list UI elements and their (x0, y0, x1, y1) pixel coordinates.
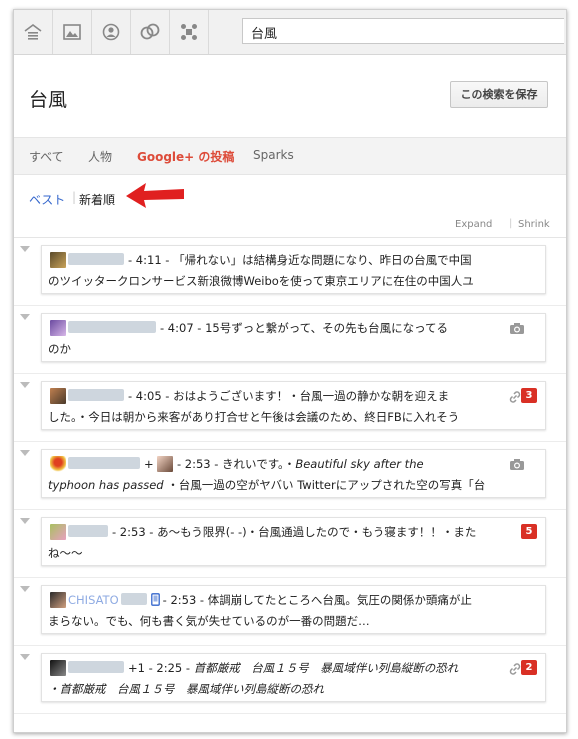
avatar[interactable] (50, 456, 66, 472)
annotation-arrow-icon (126, 183, 184, 208)
profile-icon[interactable] (92, 10, 131, 54)
avatar[interactable] (157, 456, 174, 472)
avatar[interactable] (50, 660, 66, 676)
post-line-2: のツイッタークロンサービス新浪微博Weiboを使って東京エリアに在住の中国人ユ (48, 274, 474, 288)
circles-icon[interactable] (131, 10, 170, 54)
post-card[interactable]: - 2:53 - あ〜もう限界(- -)・台風通過したので・もう寝ます！！・また… (41, 517, 546, 566)
link-icon (509, 391, 521, 403)
shared-text: Beautiful sky after the (295, 457, 424, 471)
author-name[interactable] (68, 389, 124, 401)
post-line-1: - 4:07 - 15号ずっと繋がって、その先も台風になってる (68, 320, 515, 338)
post-card[interactable]: - 4:05 - おはようございます！・台風一過の静かな朝を迎えま 3 した。・… (41, 381, 546, 430)
result-tabs: すべて 人物 Google+ の投稿 Sparks (14, 138, 566, 175)
post-feed: - 4:11 - 「帰れない」は結構身近な問題になり、昨日の台風で中国 のツイッ… (14, 237, 566, 714)
avatar[interactable] (50, 524, 66, 540)
post-line-2: まらない。でも、何も書く気が失せているのが一番の問題だ… (48, 614, 370, 628)
post-line-1: +1 - 2:25 - 首都厳戒 台風１５号 暴風域伴い列島縦断の恐れ (68, 660, 501, 678)
post-text: - 4:11 - 「帰れない」は結構身近な問題になり、昨日の台風で中国 (128, 253, 472, 267)
app-window: 台風 台風 この検索を保存 すべて 人物 Google+ の投稿 Sparks … (13, 9, 567, 733)
tab-sparks[interactable]: Sparks (253, 148, 294, 162)
post-text: - 4:05 - おはようございます！・台風一過の静かな朝を迎えま (128, 389, 450, 403)
post-item: + - 2:53 - きれいです。・Beautiful sky after th… (14, 442, 566, 510)
avatar[interactable] (50, 388, 66, 404)
author-name[interactable] (68, 525, 108, 537)
post-item: - 4:11 - 「帰れない」は結構身近な問題になり、昨日の台風で中国 のツイッ… (14, 238, 566, 306)
post-card[interactable]: + - 2:53 - きれいです。・Beautiful sky after th… (41, 449, 546, 498)
stream-icon[interactable] (14, 10, 53, 54)
author-name[interactable]: CHISATO (68, 593, 119, 607)
tab-people[interactable]: 人物 (88, 148, 112, 165)
post-card[interactable]: - 4:07 - 15号ずっと繋がって、その先も台風になってる のか (41, 313, 546, 362)
mobile-icon (150, 593, 160, 606)
expand-link[interactable]: Expand (455, 219, 492, 230)
shared-text: 首都厳戒 台風１５号 暴風域伴い列島縦断の恐れ (193, 661, 459, 675)
view-toggle: Expand | Shrink (14, 215, 566, 237)
post-menu-icon[interactable] (20, 246, 30, 252)
camera-icon (510, 459, 524, 470)
tab-google-plus-posts[interactable]: Google+ の投稿 (137, 148, 234, 165)
tab-all[interactable]: すべて (29, 148, 64, 165)
post-text: - 2:53 - きれいです。・ (176, 457, 296, 471)
camera-icon (510, 323, 524, 334)
comment-count-badge[interactable]: 3 (521, 388, 537, 403)
author-name[interactable] (68, 321, 156, 333)
post-line-2: のか (48, 342, 71, 356)
shrink-link[interactable]: Shrink (518, 219, 550, 230)
post-item: - 4:05 - おはようございます！・台風一過の静かな朝を迎えま 3 した。・… (14, 374, 566, 442)
save-search-button[interactable]: この検索を保存 (450, 81, 548, 108)
search-input[interactable]: 台風 (242, 18, 564, 44)
post-line-1: CHISATO - 2:53 - 体調崩してたところへ台風。気圧の関係か頭痛が止 (68, 592, 545, 610)
post-card[interactable]: - 4:11 - 「帰れない」は結構身近な問題になり、昨日の台風で中国 のツイッ… (41, 245, 546, 294)
post-line-2: typhoon has passed ・台風一過の空がヤバい Twitterにア… (48, 477, 539, 493)
page-title: 台風 (29, 89, 68, 111)
post-text: - 4:07 - 15号ずっと繋がって、その先も台風になってる (160, 321, 448, 335)
view-divider: | (509, 218, 513, 229)
post-text: - 2:53 - 体調崩してたところへ台風。気圧の関係か頭痛が止 (162, 593, 472, 607)
post-line-1: - 2:53 - あ〜もう限界(- -)・台風通過したので・もう寝ます！！・また (68, 524, 515, 542)
author-name[interactable] (68, 661, 124, 673)
sort-divider: | (72, 190, 77, 204)
post-menu-icon[interactable] (20, 314, 30, 320)
post-menu-icon[interactable] (20, 586, 30, 592)
avatar[interactable] (50, 320, 66, 336)
sort-newest-link[interactable]: 新着順 (79, 191, 115, 208)
author-name-blur (120, 593, 147, 605)
post-line-2: ・首都厳戒 台風１５号 暴風域伴い列島縦断の恐れ (48, 681, 539, 697)
post-menu-icon[interactable] (20, 518, 30, 524)
search-header: 台風 この検索を保存 (14, 55, 566, 138)
shared-text: ・首都厳戒 台風１５号 暴風域伴い列島縦断の恐れ (48, 682, 324, 696)
sort-options: ベスト | 新着順 (14, 175, 566, 215)
post-item: CHISATO - 2:53 - 体調崩してたところへ台風。気圧の関係か頭痛が止 … (14, 578, 566, 646)
comment-count-badge[interactable]: 5 (521, 524, 537, 539)
avatar[interactable] (50, 592, 66, 608)
post-menu-icon[interactable] (20, 654, 30, 660)
post-menu-icon[interactable] (20, 450, 30, 456)
comment-count-badge[interactable]: 2 (521, 660, 537, 675)
sort-best-link[interactable]: ベスト (29, 191, 65, 208)
games-icon[interactable] (170, 10, 209, 54)
top-toolbar: 台風 (14, 10, 566, 55)
author-name[interactable] (68, 253, 124, 265)
post-line-1: - 4:05 - おはようございます！・台風一過の静かな朝を迎えま (68, 388, 501, 406)
post-card[interactable]: CHISATO - 2:53 - 体調崩してたところへ台風。気圧の関係か頭痛が止 … (41, 585, 546, 634)
plus-sign: + (144, 457, 154, 471)
post-line-2: ね〜〜 (48, 546, 83, 560)
plus-one-count[interactable]: +1 - 2:25 - (128, 661, 190, 675)
post-line-2: した。・今日は朝から来客があり打合せと午後は会議のため、終日FBに入れそう (48, 410, 460, 424)
post-menu-icon[interactable] (20, 382, 30, 388)
post-text: - 2:53 - あ〜もう限界(- -)・台風通過したので・もう寝ます！！・また (112, 525, 477, 539)
post-line-1: - 4:11 - 「帰れない」は結構身近な問題になり、昨日の台風で中国 (68, 252, 545, 270)
post-item: - 2:53 - あ〜もう限界(- -)・台風通過したので・もう寝ます！！・また… (14, 510, 566, 578)
avatar[interactable] (50, 252, 66, 268)
shared-text: typhoon has passed (48, 478, 164, 492)
author-name[interactable] (68, 457, 140, 469)
post-item: +1 - 2:25 - 首都厳戒 台風１５号 暴風域伴い列島縦断の恐れ 2 ・首… (14, 646, 566, 714)
post-line-1: + - 2:53 - きれいです。・Beautiful sky after th… (68, 456, 515, 474)
post-item: - 4:07 - 15号ずっと繋がって、その先も台風になってる のか (14, 306, 566, 374)
post-card[interactable]: +1 - 2:25 - 首都厳戒 台風１５号 暴風域伴い列島縦断の恐れ 2 ・首… (41, 653, 546, 702)
post-text: ・台風一過の空がヤバい Twitterにアップされた空の写真「台 (167, 478, 486, 492)
photos-icon[interactable] (53, 10, 92, 54)
link-icon (509, 663, 521, 675)
